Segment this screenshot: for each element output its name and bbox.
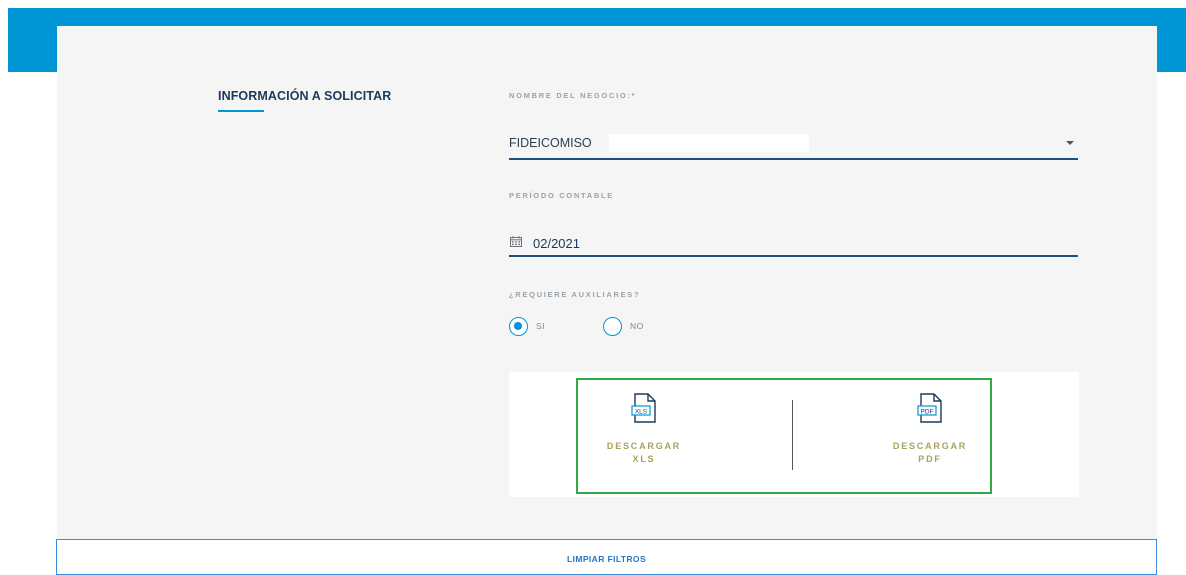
business-name-select[interactable]: FIDEICOMISO [509, 126, 1078, 160]
xls-icon-text: XLS [635, 408, 648, 415]
period-field [509, 226, 1078, 257]
download-pdf-label: DESCARGAR PDF [875, 440, 985, 466]
period-input[interactable] [533, 234, 833, 252]
download-xls-button[interactable]: XLS DESCARGAR XLS [589, 393, 699, 483]
chevron-down-icon[interactable] [1066, 141, 1074, 145]
xls-file-icon: XLS [631, 393, 656, 423]
period-label: PERÍODO CONTABLE [509, 191, 614, 200]
radio-no-label: NO [630, 321, 644, 331]
section-title: INFORMACIÓN A SOLICITAR [218, 89, 392, 103]
download-xls-label: DESCARGAR XLS [589, 440, 699, 466]
download-xls-line1: DESCARGAR [606, 441, 682, 451]
radio-si[interactable]: SI [509, 315, 545, 337]
radio-si-label: SI [536, 321, 546, 331]
download-pdf-line2: PDF [918, 454, 942, 464]
download-pdf-button[interactable]: PDF DESCARGAR PDF [875, 393, 985, 483]
calendar-icon[interactable] [510, 236, 522, 247]
pdf-file-icon: PDF [917, 393, 942, 423]
redacted-text-block [609, 134, 809, 152]
clear-filters-button[interactable]: LIMPIAR FILTROS [56, 539, 1157, 575]
download-divider [792, 400, 793, 470]
download-xls-line2: XLS [632, 454, 656, 464]
radio-no[interactable]: NO [603, 315, 644, 337]
radio-si-circle[interactable] [509, 316, 528, 336]
clear-filters-label: LIMPIAR FILTROS [566, 554, 647, 564]
business-name-value: FIDEICOMISO [509, 136, 592, 150]
business-name-label: NOMBRE DEL NEGOCIO:* [509, 91, 637, 100]
section-title-underline [218, 110, 264, 112]
auxiliaries-label: ¿REQUIERE AUXILIARES? [509, 290, 641, 299]
pdf-icon-text: PDF [921, 408, 934, 415]
download-pdf-line1: DESCARGAR [892, 441, 968, 451]
radio-no-circle[interactable] [603, 316, 622, 336]
